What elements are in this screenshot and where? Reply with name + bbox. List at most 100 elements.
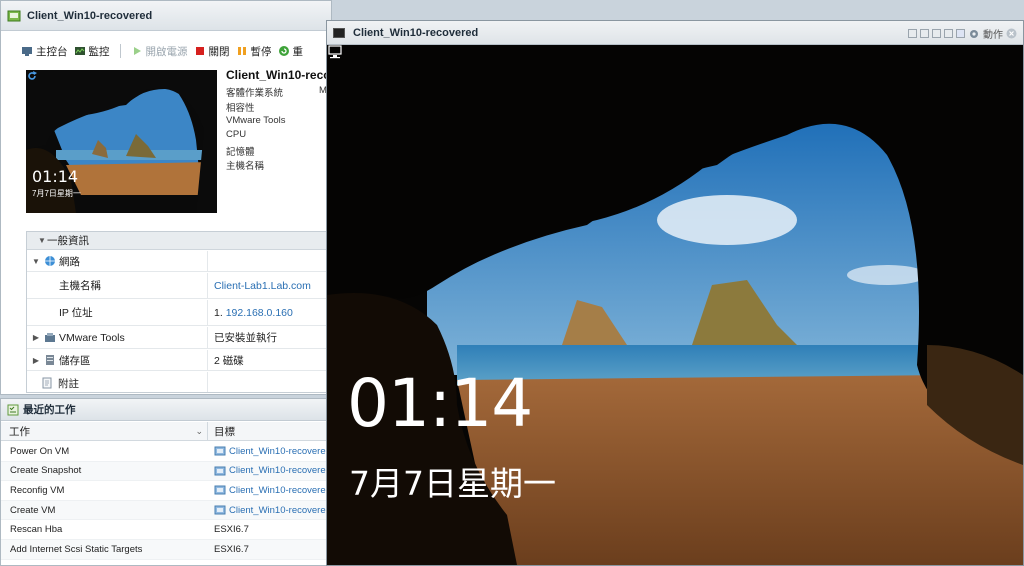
vm-summary-titlebar[interactable]: Client_Win10-recovered xyxy=(1,1,331,31)
close-icon[interactable] xyxy=(1006,28,1017,39)
vm-console-thumbnail[interactable]: 01:14 7月7日星期一 xyxy=(26,70,217,213)
lock-screen-date: 7月7日星期一 xyxy=(349,464,556,503)
language-flag-icon[interactable] xyxy=(956,29,965,38)
general-info-panel: ▼ 一般資訊 ▼ 網路 主機名稱 Client-Lab1.Lab.com IP … xyxy=(26,231,333,393)
vm-target-icon xyxy=(214,485,226,495)
refresh-icon[interactable] xyxy=(26,70,38,82)
minimize-icon[interactable] xyxy=(908,29,917,38)
task-row[interactable]: Create Snapshot Client_Win10-recovered xyxy=(1,461,333,482)
task-name: Reconfig VM xyxy=(10,484,65,496)
task-name: Rescan Hba xyxy=(10,524,63,536)
task-target-cell: ESXI6.7 xyxy=(208,540,333,559)
thumbnail-date: 7月7日星期一 xyxy=(32,189,81,198)
collapse-arrow-icon[interactable]: ▼ xyxy=(37,236,47,245)
task-target[interactable]: Client_Win10-recovered xyxy=(229,465,331,476)
power-on-button[interactable]: 開啟電源 xyxy=(131,44,188,59)
vm-icon xyxy=(7,10,21,21)
lock-screen-time: 01:14 xyxy=(347,365,533,442)
recent-tasks-titlebar[interactable]: 最近的工作 xyxy=(1,399,331,421)
column-dropdown-icon[interactable]: ⌄ xyxy=(195,426,203,437)
cpu-label: CPU xyxy=(226,129,247,140)
toolbar-divider xyxy=(119,44,121,58)
storage-value: 2 磁碟 xyxy=(214,354,244,367)
monitor-label: 監控 xyxy=(88,45,110,58)
guest-os-label: 客體作業系統 xyxy=(226,88,284,99)
expand-network-icon[interactable]: ▼ xyxy=(31,257,41,266)
vm-target-icon xyxy=(214,505,226,515)
task-row[interactable]: Reconfig VM Client_Win10-recovered xyxy=(1,481,333,501)
desktop: Client_Win10-recovered 主控台 監控 開啟電源 關閉 暫停… xyxy=(0,0,1024,566)
ip-prefix: 1. xyxy=(214,306,223,319)
hostname-summary-label: 主機名稱 xyxy=(226,161,265,172)
reset-button[interactable]: 重 xyxy=(278,44,303,59)
target-column-header[interactable]: 目標 xyxy=(208,422,333,440)
task-target-cell: Client_Win10-recovered xyxy=(208,462,333,481)
task-target-cell: Client_Win10-recovered xyxy=(208,481,333,500)
vm-target-icon xyxy=(214,446,226,456)
console-label: 主控台 xyxy=(36,45,68,58)
suspend-button[interactable]: 暫停 xyxy=(236,44,272,59)
thumbnail-time: 01:14 xyxy=(32,167,79,186)
network-status-icon[interactable] xyxy=(327,45,343,59)
memory-label: 記憶體 xyxy=(226,147,255,158)
vmware-tools-row[interactable]: ▶ VMware Tools 已安裝並執行 xyxy=(27,327,332,349)
network-icon xyxy=(45,256,55,266)
restore-icon[interactable] xyxy=(920,29,929,38)
hostname-label: 主機名稱 xyxy=(59,280,101,292)
storage-icon xyxy=(46,355,54,365)
keyboard-icon[interactable] xyxy=(944,29,953,38)
gear-icon[interactable] xyxy=(968,28,980,40)
recent-tasks-panel: 最近的工作 工作 ⌄ 目標 Power On VM Client_Win10-re… xyxy=(0,398,333,566)
task-row[interactable]: Rescan Hba ESXI6.7 xyxy=(1,520,333,540)
monitor-button[interactable]: 監控 xyxy=(74,44,110,59)
task-target-cell: Client_Win10-recovered xyxy=(208,501,333,520)
task-row[interactable]: Create VM Client_Win10-recovered xyxy=(1,500,333,521)
storage-row[interactable]: ▶ 儲存區 2 磁碟 xyxy=(27,350,332,371)
pause-icon xyxy=(237,47,246,55)
task-target[interactable]: Client_Win10-recovered xyxy=(229,485,331,496)
ip-row: IP 位址 1. 192.168.0.160 xyxy=(27,300,332,326)
shutdown-button[interactable]: 關閉 xyxy=(194,44,230,59)
vm-target-icon xyxy=(214,466,226,476)
vmware-tools-status: 已安裝並執行 xyxy=(214,332,277,344)
stop-icon xyxy=(195,47,204,55)
network-label: 網路 xyxy=(59,255,80,268)
actions-menu[interactable]: 動作 xyxy=(983,26,1003,41)
monitor-icon xyxy=(74,47,85,55)
task-target-cell: Client_Win10-recovered xyxy=(208,442,333,461)
task-row[interactable]: Power On VM Client_Win10-recovered xyxy=(1,442,333,462)
vm-console-window: Client_Win10-recovered 動作 01:14 7月7日星期一 xyxy=(326,20,1024,566)
tools-icon xyxy=(45,332,55,342)
console-titlebar[interactable]: Client_Win10-recovered 動作 xyxy=(327,21,1023,45)
hostname-value[interactable]: Client-Lab1.Lab.com xyxy=(208,280,332,292)
task-row[interactable]: Add Internet Scsi Static Targets ESXI6.7 xyxy=(1,540,333,560)
notes-row[interactable]: 附註 xyxy=(27,372,332,392)
console-button[interactable]: 主控台 xyxy=(21,44,68,59)
tasks-icon xyxy=(7,404,19,415)
ip-label: IP 位址 xyxy=(59,307,93,319)
task-target[interactable]: Client_Win10-recovered xyxy=(229,446,331,457)
task-target[interactable]: Client_Win10-recovered xyxy=(229,505,331,516)
suspend-label: 暫停 xyxy=(250,45,272,58)
task-name: Power On VM xyxy=(10,445,70,457)
vm-summary-name: Client_Win10-reco xyxy=(226,68,331,82)
task-column-label: 工作 xyxy=(9,425,30,438)
task-name: Add Internet Scsi Static Targets xyxy=(10,543,143,555)
task-name: Create VM xyxy=(10,504,56,516)
network-row[interactable]: ▼ 網路 xyxy=(27,251,332,272)
vmware-tools-row-label: VMware Tools xyxy=(59,331,125,344)
console-screen[interactable]: 01:14 7月7日星期一 xyxy=(327,45,1023,565)
fullscreen-icon[interactable] xyxy=(932,29,941,38)
general-info-header[interactable]: ▼ 一般資訊 xyxy=(27,232,332,250)
ip-value[interactable]: 192.168.0.160 xyxy=(226,307,293,319)
expand-tools-icon[interactable]: ▶ xyxy=(31,333,41,342)
power-on-label: 開啟電源 xyxy=(145,45,188,58)
expand-storage-icon[interactable]: ▶ xyxy=(31,356,41,365)
console-title: Client_Win10-recovered xyxy=(353,26,479,39)
task-column-header[interactable]: 工作 ⌄ xyxy=(1,422,208,440)
storage-label: 儲存區 xyxy=(59,354,91,367)
console-window-icon xyxy=(333,27,345,38)
play-icon xyxy=(133,47,141,55)
general-info-title: 一般資訊 xyxy=(47,235,89,247)
task-target: ESXI6.7 xyxy=(214,524,249,536)
